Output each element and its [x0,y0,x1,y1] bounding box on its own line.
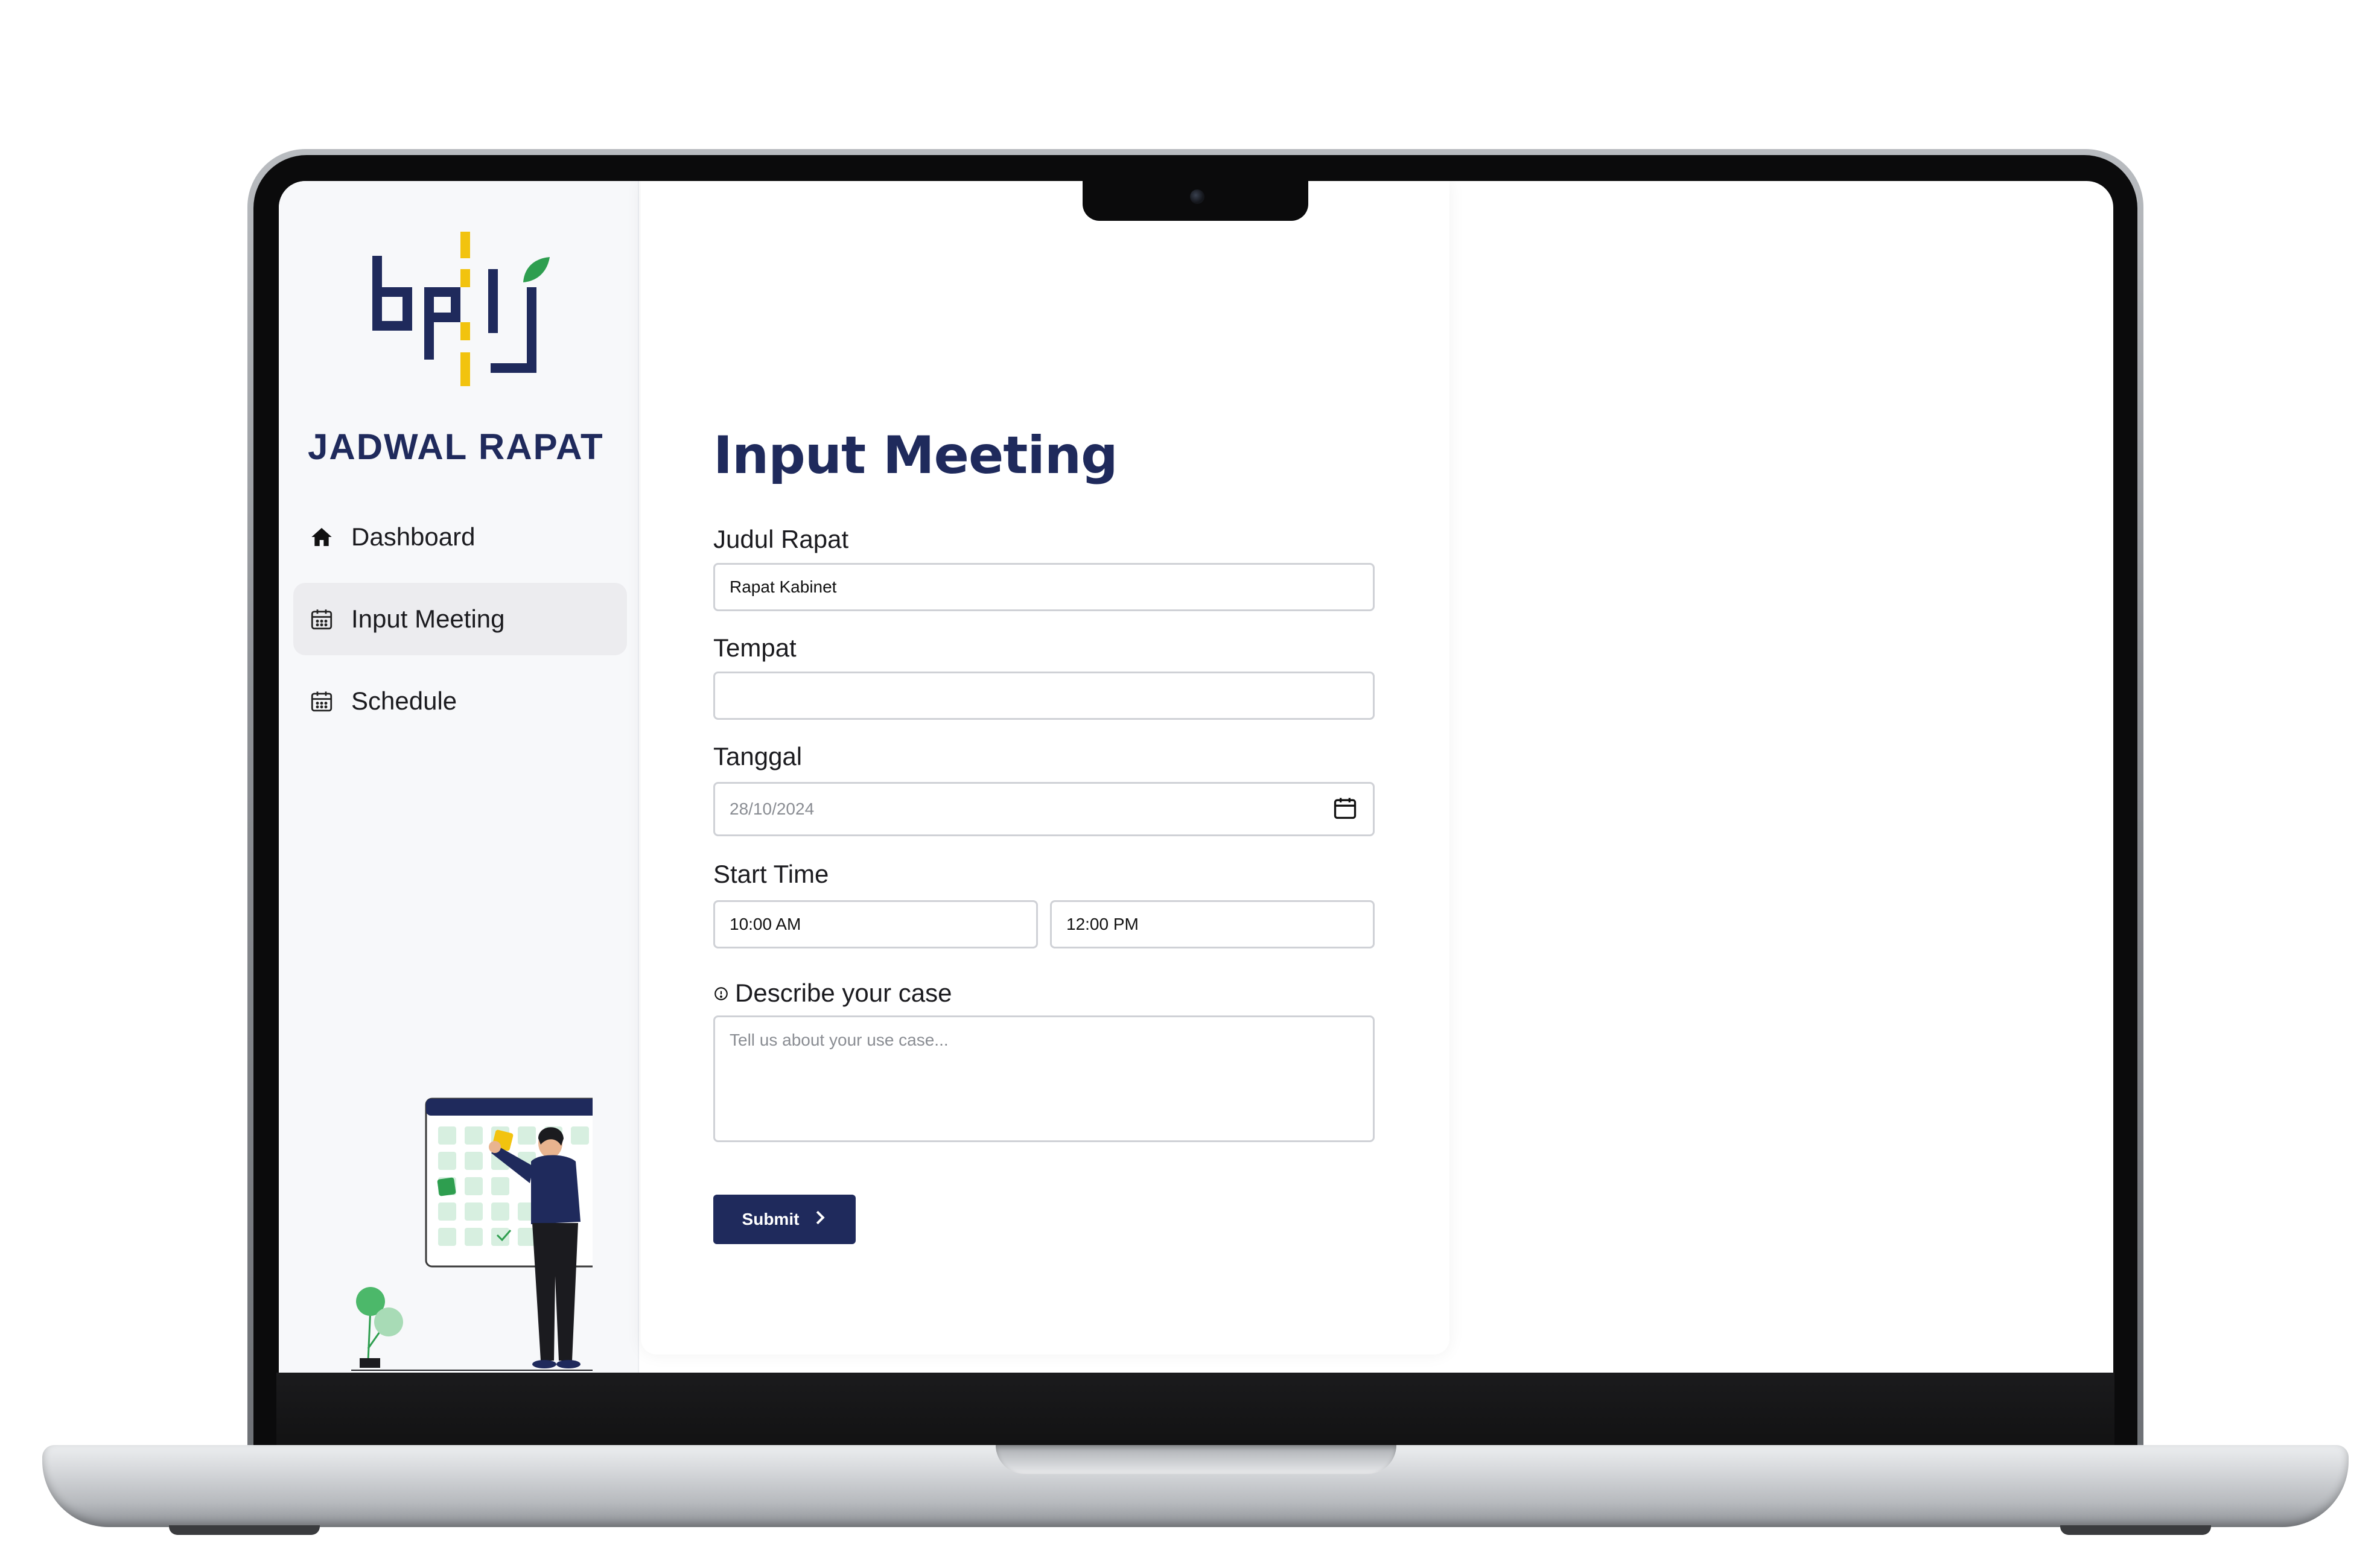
calendar-illustration [339,1095,632,1373]
laptop-chin [276,1373,2114,1445]
sidebar-item-input-meeting[interactable]: Input Meeting [293,583,627,655]
end-time-input[interactable]: 12:00 PM [1050,900,1375,948]
app-title: JADWAL RAPAT [308,427,604,467]
sidebar-item-label: Dashboard [351,523,476,551]
home-icon [308,523,336,551]
laptop-foot-left [169,1525,320,1535]
submit-button[interactable]: Submit [713,1195,856,1244]
calendar-icon [308,687,336,715]
laptop-foot-right [2060,1525,2211,1535]
laptop-thumb-notch [996,1445,1396,1474]
bplj-logo[interactable] [372,232,553,398]
sidebar-item-label: Schedule [351,687,457,715]
chevron-right-icon [813,1210,827,1230]
page-title: Input Meeting [713,425,1118,486]
describe-case-label-text: Describe your case [735,979,952,1007]
tempat-input[interactable] [713,672,1375,720]
judul-rapat-input[interactable]: Rapat Kabinet [713,563,1375,611]
sidebar-item-label: Input Meeting [351,605,505,633]
calendar-picker-icon[interactable] [1332,795,1358,821]
sidebar-item-schedule[interactable]: Schedule [293,665,627,737]
tanggal-date-input[interactable]: 28/10/2024 [713,782,1375,836]
judul-rapat-label: Judul Rapat [713,525,849,553]
calendar-icon [308,605,336,633]
camera-icon [1190,189,1204,204]
sidebar-item-dashboard[interactable]: Dashboard [293,501,627,573]
tempat-label: Tempat [713,634,797,662]
tanggal-label: Tanggal [713,742,803,770]
submit-label: Submit [742,1210,800,1228]
describe-case-label: Describe your case [713,979,952,1008]
tanggal-value: 28/10/2024 [730,799,815,818]
sidebar: JADWAL RAPAT Dashboard Input Meeting Sch… [279,181,639,1373]
describe-case-textarea[interactable]: Tell us about your use case... [713,1015,1375,1142]
start-time-label: Start Time [713,860,829,888]
screen: JADWAL RAPAT Dashboard Input Meeting Sch… [279,181,2113,1373]
input-meeting-form: Input Meeting Judul Rapat Rapat Kabinet … [641,181,1449,1355]
start-time-input[interactable]: 10:00 AM [713,900,1038,948]
camera-notch [1083,181,1308,221]
info-icon [713,979,729,1008]
